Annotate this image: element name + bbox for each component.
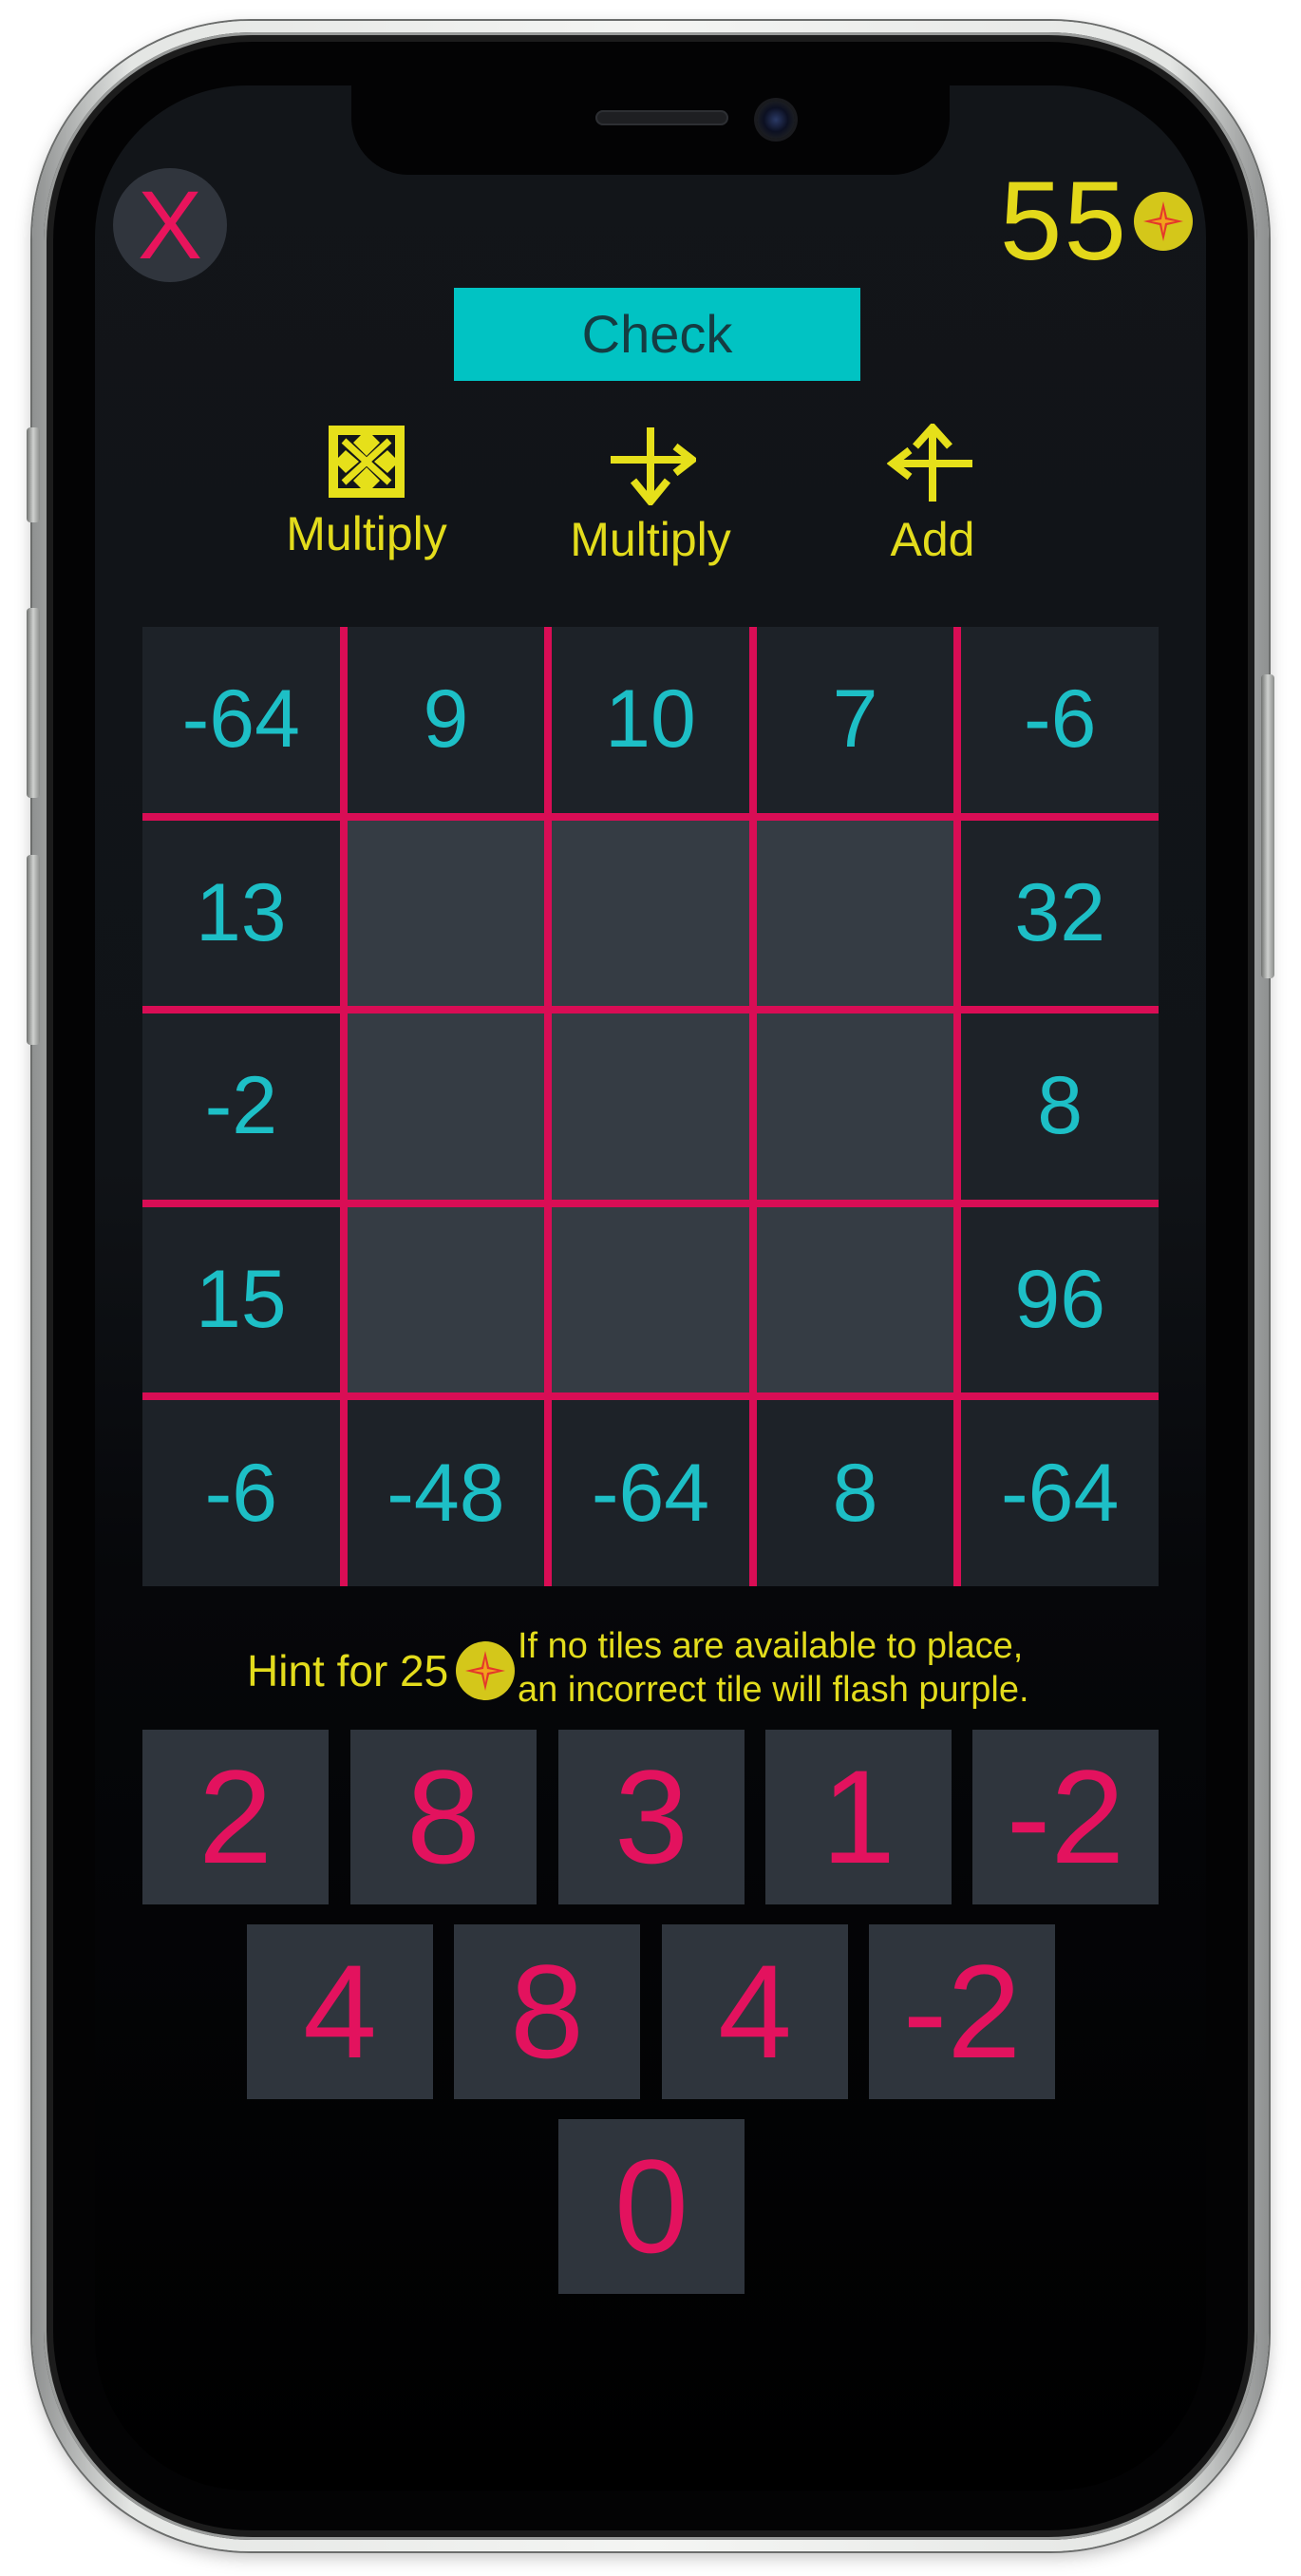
empty-slot[interactable] xyxy=(347,1206,545,1393)
number-tile[interactable]: 1 xyxy=(765,1730,952,1904)
phone-volume-down-button xyxy=(27,855,40,1045)
up-arrows-icon xyxy=(887,424,972,502)
clue-cell: 9 xyxy=(347,627,545,813)
operations-row: Multiply Multiply Add xyxy=(95,424,1206,585)
clue-cell: 32 xyxy=(961,820,1159,1007)
clue-cell: -2 xyxy=(142,1013,340,1200)
number-tile[interactable]: 4 xyxy=(662,1924,848,2099)
clue-cell: -64 xyxy=(961,1400,1159,1586)
operation-label: Multiply xyxy=(570,513,731,566)
number-tile[interactable]: 4 xyxy=(247,1924,433,2099)
number-tile[interactable]: 2 xyxy=(142,1730,329,1904)
empty-slot[interactable] xyxy=(552,820,749,1007)
phone-volume-up-button xyxy=(27,608,40,798)
empty-slot[interactable] xyxy=(756,1206,954,1393)
puzzle-grid: -64 9 10 7 -6 13 32 -2 8 15 96 -6 -48 -6… xyxy=(142,627,1159,1586)
empty-slot[interactable] xyxy=(347,1013,545,1200)
clue-cell: -48 xyxy=(347,1400,545,1586)
hint-button[interactable]: Hint for 25 xyxy=(247,1638,516,1704)
phone-side-button xyxy=(27,427,40,522)
coin-icon xyxy=(456,1641,516,1700)
clue-cell: 13 xyxy=(142,820,340,1007)
down-arrows-icon xyxy=(611,427,696,505)
clue-cell: -64 xyxy=(142,627,340,813)
clue-cell: -64 xyxy=(552,1400,749,1586)
empty-slot[interactable] xyxy=(552,1013,749,1200)
coin-counter: 55 xyxy=(1000,160,1193,283)
hint-note: If no tiles are available to place, an i… xyxy=(518,1624,1163,1712)
operation-label: Multiply xyxy=(286,507,447,560)
hint-label: Hint for 25 xyxy=(247,1646,449,1695)
empty-slot[interactable] xyxy=(756,1013,954,1200)
number-tile[interactable]: 8 xyxy=(454,1924,640,2099)
clue-cell: 7 xyxy=(756,627,954,813)
check-button[interactable]: Check xyxy=(454,288,860,381)
speaker xyxy=(595,110,728,125)
phone-power-button xyxy=(1261,674,1274,978)
diagonal-arrows-icon xyxy=(329,426,405,498)
operation-down: Multiply xyxy=(527,424,774,568)
hint-note-line: If no tiles are available to place, xyxy=(518,1626,1024,1666)
operation-up: Add xyxy=(809,424,1056,568)
game-screen: X 55 Check Multiply Multiply Add -64 9 1… xyxy=(95,85,1206,2491)
front-camera xyxy=(757,101,795,139)
clue-cell: 15 xyxy=(142,1206,340,1393)
clue-cell: 8 xyxy=(756,1400,954,1586)
clue-cell: -6 xyxy=(961,627,1159,813)
empty-slot[interactable] xyxy=(347,820,545,1007)
clue-cell: 10 xyxy=(552,627,749,813)
close-button[interactable]: X xyxy=(113,168,227,282)
hint-area: Hint for 25 If no tiles are available to… xyxy=(142,1624,1159,1719)
number-tile[interactable]: 0 xyxy=(558,2119,745,2294)
clue-cell: 96 xyxy=(961,1206,1159,1393)
number-tile[interactable]: -2 xyxy=(869,1924,1055,2099)
clue-cell: -6 xyxy=(142,1400,340,1586)
operation-label: Add xyxy=(890,513,975,566)
coin-icon xyxy=(1134,192,1193,251)
coin-count: 55 xyxy=(999,159,1128,284)
clue-cell: 8 xyxy=(961,1013,1159,1200)
number-tile[interactable]: 3 xyxy=(558,1730,745,1904)
operation-diagonal: Multiply xyxy=(243,424,490,562)
notch xyxy=(351,85,950,175)
empty-slot[interactable] xyxy=(756,820,954,1007)
number-tile[interactable]: 8 xyxy=(350,1730,537,1904)
empty-slot[interactable] xyxy=(552,1206,749,1393)
number-tile[interactable]: -2 xyxy=(972,1730,1159,1904)
hint-note-line: an incorrect tile will flash purple. xyxy=(518,1670,1029,1710)
